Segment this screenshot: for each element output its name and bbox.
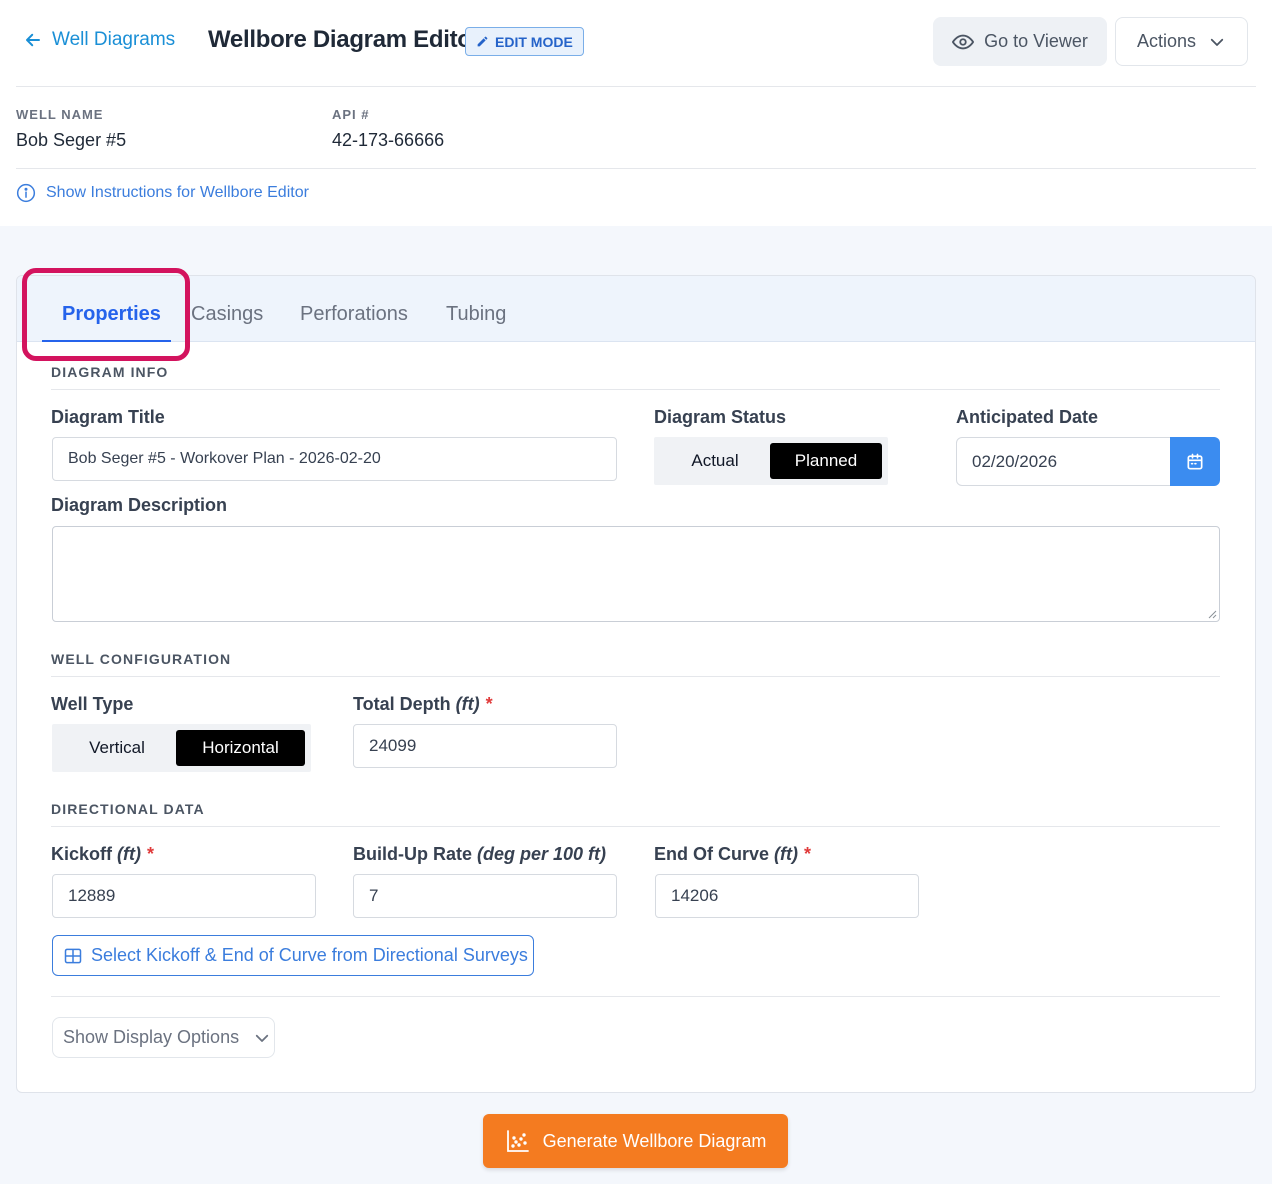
well-type-horizontal-option[interactable]: Horizontal <box>176 730 305 766</box>
api-label: API # <box>332 107 370 122</box>
header-divider <box>16 86 1256 87</box>
end-of-curve-unit: (ft) <box>774 844 799 864</box>
arrow-left-icon <box>26 33 40 47</box>
tab-perforations[interactable]: Perforations <box>300 303 408 326</box>
chevron-down-icon <box>1210 38 1224 46</box>
kickoff-input[interactable]: 12889 <box>52 874 316 918</box>
tab-tubing[interactable]: Tubing <box>446 303 506 326</box>
section-well-configuration: WELL CONFIGURATION <box>51 651 232 667</box>
end-of-curve-label: End Of Curve (ft) * <box>654 844 811 865</box>
generate-wellbore-diagram-button[interactable]: Generate Wellbore Diagram <box>483 1114 788 1168</box>
show-instructions-link[interactable]: Show Instructions for Wellbore Editor <box>16 183 309 203</box>
date-picker-button[interactable] <box>1170 437 1220 486</box>
eye-icon <box>952 34 975 49</box>
build-up-rate-unit: (deg per 100 ft) <box>477 844 607 864</box>
show-instructions-label: Show Instructions for Wellbore Editor <box>46 184 309 201</box>
build-up-rate-label-text: Build-Up Rate <box>353 844 472 864</box>
active-tab-indicator <box>42 340 171 342</box>
well-type-toggle: Vertical Horizontal <box>52 724 311 772</box>
anticipated-date-input[interactable]: 02/20/2026 <box>956 437 1172 486</box>
show-display-options-button[interactable]: Show Display Options <box>52 1017 275 1058</box>
required-marker: * <box>147 844 155 864</box>
select-from-surveys-button[interactable]: Select Kickoff & End of Curve from Direc… <box>52 935 534 976</box>
tab-casings[interactable]: Casings <box>191 303 263 326</box>
well-name-value: Bob Seger #5 <box>16 130 127 150</box>
info-icon <box>16 183 36 203</box>
build-up-rate-input[interactable]: 7 <box>353 874 617 918</box>
well-name-label: WELL NAME <box>16 107 104 122</box>
resize-grip-icon[interactable] <box>1207 609 1217 619</box>
section-divider <box>51 826 1220 827</box>
diagram-status-toggle: Actual Planned <box>654 437 888 485</box>
tab-properties[interactable]: Properties <box>62 303 161 326</box>
diagram-title-input[interactable]: Bob Seger #5 - Workover Plan - 2026-02-2… <box>52 437 617 481</box>
total-depth-label: Total Depth (ft) * <box>353 694 493 715</box>
chevron-down-icon <box>255 1034 269 1042</box>
table-grid-icon <box>64 948 82 963</box>
generate-wellbore-diagram-label: Generate Wellbore Diagram <box>542 1130 767 1151</box>
total-depth-unit: (ft) <box>455 694 480 714</box>
diagram-title-label: Diagram Title <box>51 407 165 427</box>
well-type-label: Well Type <box>51 694 134 714</box>
total-depth-label-text: Total Depth <box>353 694 451 714</box>
kickoff-label-text: Kickoff <box>51 844 113 864</box>
go-to-viewer-button[interactable]: Go to Viewer <box>933 17 1107 66</box>
api-value: 42-173-66666 <box>332 130 445 150</box>
back-link-label: Well Diagrams <box>52 29 176 50</box>
meta-divider <box>16 168 1256 169</box>
top-bar: Well Diagrams Wellbore Diagram Editor ED… <box>0 0 1272 86</box>
diagram-status-label: Diagram Status <box>654 407 787 427</box>
end-of-curve-label-text: End Of Curve <box>654 844 770 864</box>
page-title: Wellbore Diagram Editor <box>208 26 481 53</box>
section-divider <box>51 676 1220 677</box>
status-planned-option[interactable]: Planned <box>770 443 882 479</box>
diagram-description-textarea[interactable] <box>52 526 1220 622</box>
go-to-viewer-label: Go to Viewer <box>984 31 1088 51</box>
display-options-divider <box>51 996 1220 997</box>
back-link-well-diagrams[interactable]: Well Diagrams <box>24 29 175 51</box>
select-from-surveys-label: Select Kickoff & End of Curve from Direc… <box>91 945 528 965</box>
tab-bar: Properties Casings Perforations Tubing <box>17 276 1255 342</box>
section-divider <box>51 389 1220 390</box>
actions-label: Actions <box>1136 31 1197 51</box>
status-actual-option[interactable]: Actual <box>660 443 770 479</box>
scatter-chart-icon <box>506 1130 529 1152</box>
total-depth-input[interactable]: 24099 <box>353 724 617 768</box>
well-type-vertical-option[interactable]: Vertical <box>58 730 176 766</box>
section-directional-data: DIRECTIONAL DATA <box>51 801 205 817</box>
pencil-icon <box>477 36 488 47</box>
edit-mode-badge: EDIT MODE <box>465 27 584 56</box>
required-marker: * <box>804 844 812 864</box>
actions-dropdown-button[interactable]: Actions <box>1115 17 1248 66</box>
kickoff-unit: (ft) <box>117 844 142 864</box>
diagram-description-label: Diagram Description <box>51 495 228 515</box>
section-diagram-info: DIAGRAM INFO <box>51 364 169 380</box>
required-marker: * <box>485 694 493 714</box>
calendar-icon <box>1187 453 1203 469</box>
show-display-options-label: Show Display Options <box>63 1027 240 1047</box>
anticipated-date-label: Anticipated Date <box>956 407 1099 427</box>
edit-mode-label: EDIT MODE <box>495 33 573 50</box>
kickoff-label: Kickoff (ft) * <box>51 844 154 865</box>
end-of-curve-input[interactable]: 14206 <box>655 874 919 918</box>
build-up-rate-label: Build-Up Rate (deg per 100 ft) <box>353 844 606 865</box>
